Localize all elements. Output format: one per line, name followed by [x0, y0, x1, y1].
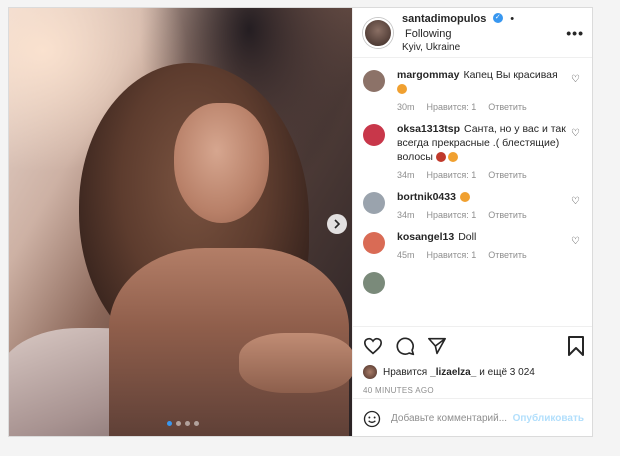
- separator-dot: •: [510, 13, 515, 25]
- carousel-dot[interactable]: [176, 421, 181, 426]
- reply-button[interactable]: Ответить: [488, 210, 526, 220]
- comment-content: Капец Вы красивая: [463, 69, 558, 81]
- comment-time[interactable]: 34m: [397, 210, 415, 220]
- comment-username[interactable]: bortnik0433: [397, 191, 456, 203]
- carousel-dot[interactable]: [167, 421, 172, 426]
- post-photo[interactable]: [9, 8, 352, 436]
- reply-button[interactable]: Ответить: [488, 250, 526, 260]
- add-comment-bar: Добавьте комментарий... Опубликовать: [353, 398, 592, 436]
- carousel-next-button[interactable]: [327, 214, 347, 234]
- liker-avatar[interactable]: [363, 365, 377, 379]
- photo-arms: [239, 333, 352, 393]
- comment-like-heart-icon[interactable]: ♡: [571, 236, 580, 247]
- comment-like-heart-icon[interactable]: ♡: [571, 128, 580, 139]
- comment-like-heart-icon[interactable]: ♡: [571, 196, 580, 207]
- comment-meta: 30m Нравится: 1 Ответить: [397, 102, 566, 112]
- comment-icon[interactable]: [395, 336, 415, 356]
- likes-prefix: Нравится: [383, 366, 428, 378]
- bookmark-icon[interactable]: [568, 336, 584, 356]
- post-timestamp[interactable]: 40 MINUTES AGO: [363, 386, 584, 395]
- comment-likes[interactable]: Нравится: 1: [427, 102, 477, 112]
- carousel-dots: [167, 421, 199, 426]
- comment-username[interactable]: oksa1313tsp: [397, 123, 460, 135]
- comment-item: margommay Капец Вы красивая 30m Нравится:…: [363, 58, 584, 112]
- post-actions: Нравится _lizaelza_ и ещё 3 024 40 MINUT…: [353, 326, 592, 395]
- post-header: santadimopulos ✓ • Following Kyiv, Ukrai…: [353, 8, 592, 58]
- comment-likes[interactable]: Нравится: 1: [427, 250, 477, 260]
- comment-item: bortnik0433 34m Нравится: 1 Ответить ♡: [363, 180, 584, 220]
- location-link[interactable]: Kyiv, Ukraine: [402, 41, 566, 54]
- comment-item: [363, 260, 584, 294]
- likes-summary: Нравится _lizaelza_ и ещё 3 024: [363, 365, 584, 379]
- action-icons: [363, 335, 584, 357]
- comment-input[interactable]: Добавьте комментарий...: [391, 413, 513, 424]
- comment-like-heart-icon[interactable]: ♡: [571, 74, 580, 85]
- comment-avatar[interactable]: [363, 192, 385, 214]
- heart-icon[interactable]: [363, 337, 383, 355]
- comment-item: oksa1313tsp Санта, но у вас и так всегда …: [363, 112, 584, 180]
- likes-count[interactable]: и ещё 3 024: [479, 367, 535, 378]
- comment-username[interactable]: kosangel13: [397, 231, 454, 243]
- avatar[interactable]: [363, 17, 393, 48]
- more-horizontal-icon[interactable]: •••: [566, 25, 584, 41]
- comment-text: margommay Капец Вы красивая: [397, 68, 566, 96]
- reply-button[interactable]: Ответить: [488, 102, 526, 112]
- post-modal: santadimopulos ✓ • Following Kyiv, Ukrai…: [8, 7, 593, 437]
- comment-avatar[interactable]: [363, 232, 385, 254]
- comment-meta: 34m Нравится: 1 Ответить: [397, 210, 566, 220]
- post-side-panel: santadimopulos ✓ • Following Kyiv, Ukrai…: [352, 8, 592, 436]
- comment-text: oksa1313tsp Санта, но у вас и так всегда …: [397, 122, 566, 164]
- author-username[interactable]: santadimopulos: [402, 13, 486, 25]
- comment-avatar[interactable]: [363, 70, 385, 92]
- following-button[interactable]: Following: [405, 28, 451, 40]
- emoji-icon: [447, 152, 458, 163]
- emoji-icon: [435, 152, 446, 163]
- carousel-dot[interactable]: [185, 421, 190, 426]
- comment-time[interactable]: 34m: [397, 170, 415, 180]
- comment-avatar[interactable]: [363, 124, 385, 146]
- liker-username[interactable]: _lizaelza_: [430, 367, 476, 378]
- comment-likes[interactable]: Нравится: 1: [427, 210, 477, 220]
- chevron-right-icon: [334, 219, 341, 229]
- header-text: santadimopulos ✓ • Following Kyiv, Ukrai…: [402, 11, 566, 54]
- reply-button[interactable]: Ответить: [488, 170, 526, 180]
- send-icon[interactable]: [427, 337, 447, 355]
- smile-icon[interactable]: [363, 410, 381, 428]
- comment-time[interactable]: 30m: [397, 102, 415, 112]
- comment-content: Doll: [458, 231, 477, 243]
- verified-badge-icon: ✓: [492, 12, 503, 23]
- comment-text: bortnik0433: [397, 190, 566, 204]
- comment-item: kosangel13 Doll 45m Нравится: 1 Ответить …: [363, 220, 584, 260]
- photo-face: [174, 103, 269, 223]
- comment-likes[interactable]: Нравится: 1: [427, 170, 477, 180]
- emoji-icon: [459, 192, 470, 203]
- comment-meta: 34m Нравится: 1 Ответить: [397, 170, 566, 180]
- emoji-icon: [397, 84, 407, 95]
- post-comment-button[interactable]: Опубликовать: [513, 413, 584, 424]
- comment-meta: 45m Нравится: 1 Ответить: [397, 250, 566, 260]
- comment-avatar[interactable]: [363, 272, 385, 294]
- comment-time[interactable]: 45m: [397, 250, 415, 260]
- comments-list[interactable]: margommay Капец Вы красивая 30m Нравится:…: [353, 58, 592, 324]
- comment-text: kosangel13 Doll: [397, 230, 566, 244]
- comment-username[interactable]: margommay: [397, 69, 459, 81]
- carousel-dot[interactable]: [194, 421, 199, 426]
